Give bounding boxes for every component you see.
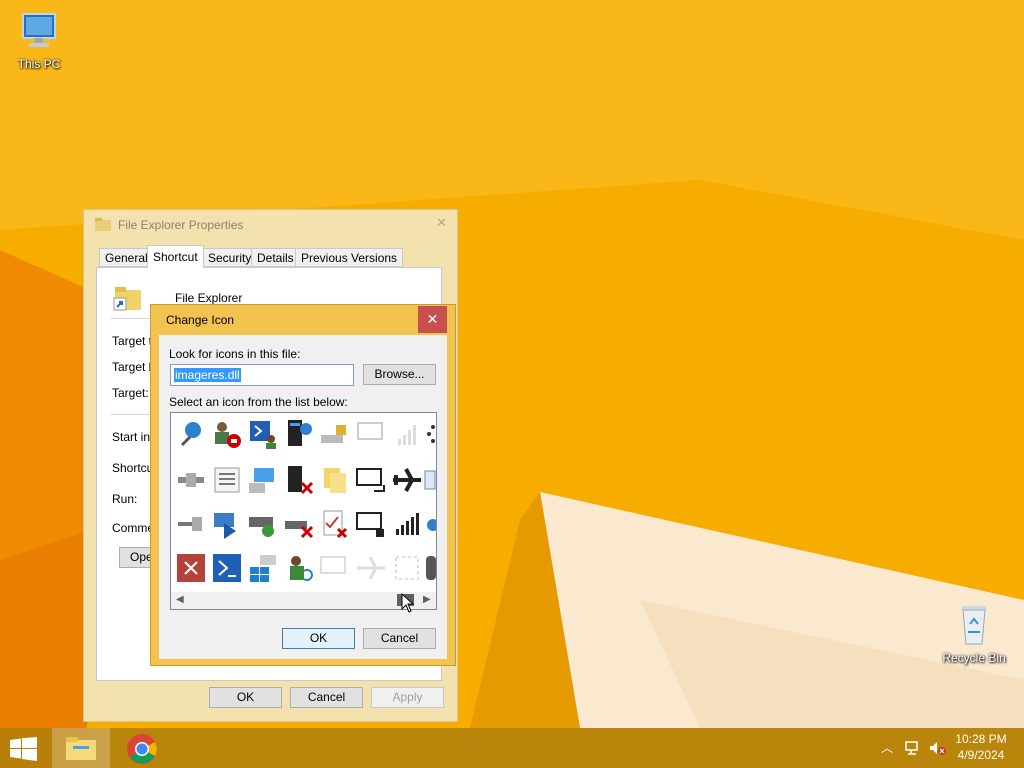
tab-previous-versions[interactable]: Previous Versions <box>295 248 404 267</box>
volume-muted-icon[interactable] <box>929 740 947 756</box>
remote-desktop-icon[interactable] <box>210 507 244 541</box>
recycle-bin-icon <box>962 606 986 645</box>
taskbar: ︿ 10:28 PM 4/9/2024 <box>0 728 1024 768</box>
this-pc-shortcut[interactable]: This PC <box>3 10 75 71</box>
properties-close-button[interactable]: ✕ <box>436 215 447 231</box>
target-label: Target: <box>112 386 149 400</box>
network-icon[interactable] <box>905 740 921 756</box>
drive-lock-icon[interactable] <box>318 417 352 451</box>
close-icon: ✕ <box>426 311 439 327</box>
airplane-icon[interactable] <box>390 463 424 497</box>
pin-icon[interactable] <box>174 507 208 541</box>
folder-icon <box>95 218 111 231</box>
server-error-icon[interactable] <box>282 463 316 497</box>
folders-icon[interactable] <box>318 463 352 497</box>
drive-remove-icon[interactable] <box>282 507 316 541</box>
network-computer-icon[interactable] <box>246 463 280 497</box>
monitor-disabled-icon[interactable] <box>354 417 388 451</box>
properties-apply-button[interactable]: Apply <box>371 687 444 708</box>
icon-file-value: imageres.dll <box>174 368 241 382</box>
scroll-right-icon[interactable]: ▶ <box>423 594 431 605</box>
tab-general[interactable]: General <box>99 248 154 267</box>
close-button[interactable]: ✕ <box>418 306 447 333</box>
loading-icon[interactable] <box>423 417 437 451</box>
airplane-disabled-icon[interactable] <box>354 551 388 585</box>
monitor-sync-icon[interactable] <box>354 463 388 497</box>
tab-security[interactable]: Security <box>202 248 258 267</box>
keyboard-icon[interactable] <box>423 463 437 497</box>
folder-icon <box>66 737 96 760</box>
recycle-bin-shortcut[interactable]: Recycle Bin <box>938 600 1010 665</box>
icon-list[interactable]: ◀ ▶ <box>170 412 437 610</box>
ok-button[interactable]: OK <box>282 628 355 649</box>
powershell-user-icon[interactable] <box>246 417 280 451</box>
dashed-square-icon[interactable] <box>390 551 424 585</box>
icon-file-input[interactable]: imageres.dll <box>170 364 354 386</box>
this-pc-label: This PC <box>17 57 61 71</box>
partial-icon[interactable] <box>423 551 437 585</box>
signal-disabled-icon[interactable] <box>390 417 424 451</box>
computer-icon <box>22 13 56 47</box>
chevron-up-icon[interactable]: ︿ <box>881 739 893 756</box>
signal-full-icon[interactable] <box>390 507 424 541</box>
cancel-button[interactable]: Cancel <box>363 628 436 649</box>
details-view-icon[interactable] <box>210 463 244 497</box>
run-label: Run: <box>112 492 138 506</box>
user-blocked-icon[interactable] <box>210 417 244 451</box>
select-icon-label: Select an icon from the list below: <box>169 395 348 409</box>
properties-ok-button[interactable]: OK <box>209 687 282 708</box>
clock-time: 10:28 PM <box>955 732 1007 746</box>
file-explorer-icon <box>113 287 141 311</box>
monitor-sync-disabled-icon[interactable] <box>318 551 352 585</box>
browse-button[interactable]: Browse... <box>363 364 436 385</box>
network-pin-icon[interactable] <box>174 417 208 451</box>
monitor-lock-icon[interactable] <box>354 507 388 541</box>
user-sync-icon[interactable] <box>282 551 316 585</box>
powershell-icon[interactable] <box>210 551 244 585</box>
tab-details[interactable]: Details <box>251 248 300 267</box>
horizontal-scrollbar[interactable]: ◀ ▶ <box>171 592 436 609</box>
chrome-icon[interactable] <box>126 733 158 765</box>
change-icon-title: Change Icon <box>166 313 235 327</box>
shortcut-name: File Explorer <box>175 291 243 305</box>
windows-start-icon[interactable] <box>10 737 37 761</box>
mouse-cursor-icon <box>401 593 415 613</box>
taskbar-file-explorer[interactable] <box>52 728 110 768</box>
error-x-icon[interactable] <box>174 551 208 585</box>
look-for-icons-label: Look for icons in this file: <box>169 347 301 361</box>
recycle-bin-label: Recycle Bin <box>942 651 1006 665</box>
properties-title: File Explorer Properties <box>118 218 244 232</box>
cloud-icon[interactable] <box>423 507 437 541</box>
start-in-label: Start in: <box>112 430 154 444</box>
tab-shortcut[interactable]: Shortcut <box>147 245 204 268</box>
scroll-left-icon[interactable]: ◀ <box>176 594 184 605</box>
clock-date: 4/9/2024 <box>957 748 1005 762</box>
server-network-icon[interactable] <box>282 417 316 451</box>
document-error-icon[interactable] <box>318 507 352 541</box>
drive-sync-icon[interactable] <box>246 507 280 541</box>
plug-icon[interactable] <box>174 463 208 497</box>
properties-cancel-button[interactable]: Cancel <box>290 687 363 708</box>
taskbar-clock[interactable]: 10:28 PM 4/9/2024 <box>950 731 1012 763</box>
windows-update-icon[interactable] <box>246 551 280 585</box>
